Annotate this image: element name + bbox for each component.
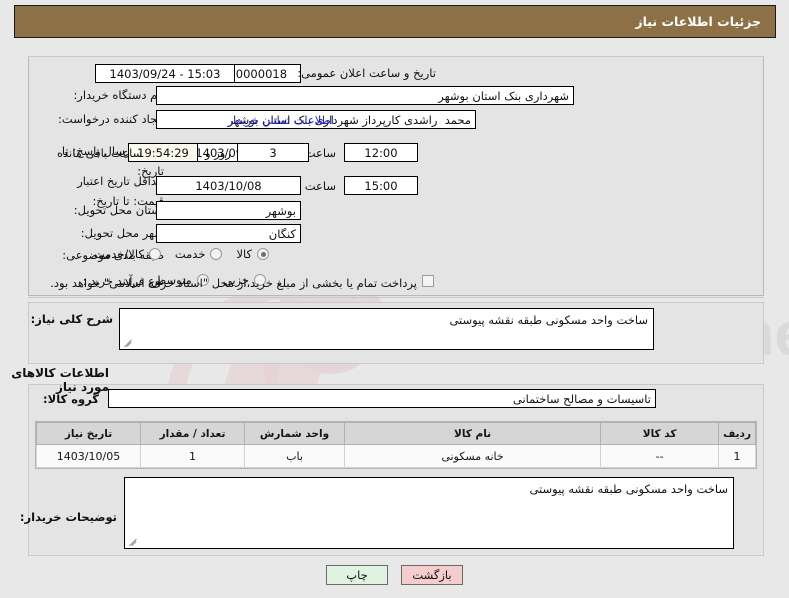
subject-category-radio-group: کالا خدمت کالا/خدمت [80,247,269,261]
delivery-city-label-wrap: شهر محل تحویل: [81,226,164,242]
radio-item-khedmat[interactable]: خدمت [175,247,223,261]
islamic-treasury-label: پرداخت تمام یا بخشی از مبلغ خرید،از محل … [50,276,417,290]
price-validity-time-label: ساعت [304,179,336,193]
buyer-org-input[interactable] [156,86,574,105]
product-group-label: گروه کالا: [43,392,99,406]
request-creator-label: ایجاد کننده درخواست: [58,112,164,126]
buyer-org-label-wrap: نام دستگاه خریدار: [73,88,164,104]
col-header-radif: ردیف [718,422,756,445]
col-header-kod-kala: کد کالا [600,422,720,445]
goods-table-wrap: ردیف کد کالا نام کالا واحد شمارش تعداد /… [35,421,757,469]
radio-kala-icon[interactable] [257,248,269,260]
buyer-notes-textarea[interactable]: ساخت واحد مسکونی طبقه نقشه پیوستی [124,477,734,549]
resize-grip-icon[interactable] [122,336,134,348]
islamic-treasury-checkbox[interactable] [422,275,434,287]
back-button[interactable]: بازگشت [401,565,463,585]
table-header-row: ردیف کد کالا نام کالا واحد شمارش تعداد /… [36,422,756,445]
response-deadline-time-input[interactable] [344,143,418,162]
cell-vahed: باب [244,444,345,468]
col-header-tarikh: تاریخ نیاز [36,422,141,445]
window-title-bar: جزئیات اطلاعات نیاز [14,5,776,38]
page-title: جزئیات اطلاعات نیاز [635,14,761,29]
delivery-province-input[interactable] [156,201,301,220]
countdown-label: ساعت باقی مانده [57,146,143,160]
general-description-text: ساخت واحد مسکونی طبقه نقشه پیوستی [449,313,648,327]
radio-khedmat-icon[interactable] [210,248,223,260]
general-description-label: شرح کلی نیاز: [30,312,113,326]
cell-kod-kala: -- [600,444,720,468]
request-creator-label-wrap: ایجاد کننده درخواست: [58,112,164,128]
col-header-tedad: تعداد / مقدار [140,422,245,445]
response-deadline-time-label: ساعت [304,146,336,160]
buyer-notes-label: توضیحات خریدار: [19,510,117,524]
goods-table: ردیف کد کالا نام کالا واحد شمارش تعداد /… [36,422,756,468]
buyer-notes-text: ساخت واحد مسکونی طبقه نقشه پیوستی [529,482,728,496]
delivery-province-label: استان محل تحویل: [73,203,164,217]
delivery-province-label-wrap: استان محل تحویل: [74,203,164,219]
delivery-city-label: شهر محل تحویل: [80,226,164,240]
page-root: AriaTender.net جزئیات اطلاعات نیاز شماره… [0,0,789,598]
table-row[interactable]: 1 -- خانه مسکونی باب 1 1403/10/05 [36,444,756,468]
cell-nam-kala: خانه مسکونی [343,444,602,468]
price-validity-date-input[interactable] [156,176,301,195]
radio-kala-khedmat-label: کالا/خدمت [93,247,144,261]
remaining-days-label: روز و [205,146,231,160]
cell-tedad: 1 [140,444,245,468]
resize-grip-icon-2[interactable] [127,535,139,547]
cell-radif: 1 [718,444,756,468]
remaining-days-input[interactable] [237,143,309,162]
radio-item-kala-khedmat[interactable]: کالا/خدمت [94,247,161,261]
buyer-org-label: نام دستگاه خریدار: [73,88,164,102]
goods-section-heading: اطلاعات کالاهای مورد نیاز [11,366,109,394]
cell-tarikh: 1403/10/05 [36,444,141,468]
radio-item-kala[interactable]: کالا [236,247,269,261]
price-validity-time-input[interactable] [344,176,418,195]
footer-buttons: بازگشت چاپ [0,565,789,585]
general-description-textarea[interactable]: ساخت واحد مسکونی طبقه نقشه پیوستی [119,308,654,350]
product-group-input[interactable] [108,389,656,408]
buyer-contact-link[interactable]: اطلاعات تماس خریدار [227,113,334,127]
radio-khedmat-label: خدمت [174,247,206,261]
radio-kala-khedmat-icon[interactable] [148,248,161,260]
print-button[interactable]: چاپ [326,565,388,585]
divider-1 [28,297,764,298]
delivery-city-input[interactable] [156,224,301,243]
public-announce-label: تاریخ و ساعت اعلان عمومی: [297,66,436,80]
col-header-nam-kala: نام کالا [343,422,602,445]
public-announce-input[interactable] [95,64,235,83]
col-header-vahed: واحد شمارش [244,422,345,445]
public-announce-label-wrap: تاریخ و ساعت اعلان عمومی: [297,66,436,82]
radio-kala-label: کالا [236,247,252,261]
